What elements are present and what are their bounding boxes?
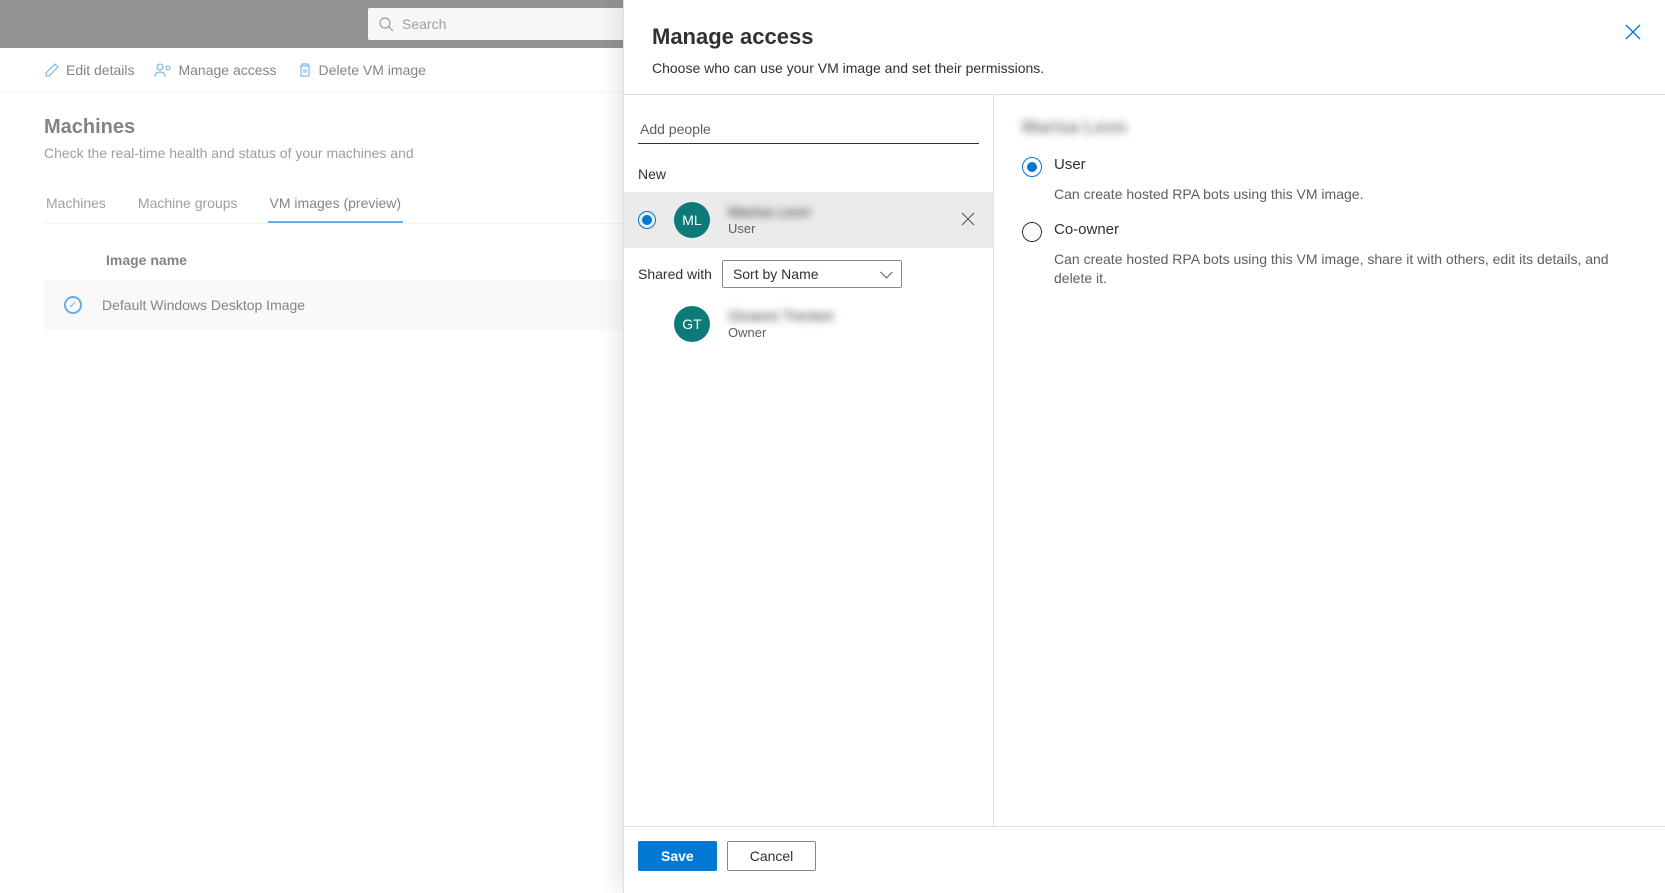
close-icon (1625, 24, 1641, 40)
add-people-input[interactable]: Add people (638, 115, 979, 144)
person-name: Marisa Leon (728, 204, 939, 221)
avatar: ML (674, 202, 710, 238)
trash-icon (297, 62, 313, 78)
sort-by-value: Sort by Name (733, 266, 819, 282)
save-button[interactable]: Save (638, 841, 717, 871)
radio-coowner[interactable] (1022, 222, 1042, 242)
edit-details-label: Edit details (66, 62, 134, 78)
manage-access-button[interactable]: Manage access (154, 62, 276, 78)
panel-footer: Save Cancel (624, 826, 1665, 893)
remove-person-button[interactable] (957, 208, 979, 233)
delete-vm-label: Delete VM image (319, 62, 426, 78)
person-role: Owner (728, 325, 979, 340)
manage-access-panel: Manage access Choose who can use your VM… (623, 0, 1665, 893)
row-image-name: Default Windows Desktop Image (102, 297, 305, 313)
search-icon (378, 16, 394, 32)
permission-coowner-label: Co-owner (1054, 221, 1119, 238)
people-icon (154, 62, 172, 78)
permission-user-label: User (1054, 156, 1086, 173)
tab-machine-groups[interactable]: Machine groups (136, 185, 240, 223)
avatar: GT (674, 306, 710, 342)
delete-vm-image-button[interactable]: Delete VM image (297, 62, 426, 78)
panel-title: Manage access (652, 24, 1637, 50)
selected-person-name: Marisa Leon (1022, 117, 1637, 138)
permission-user-option[interactable]: User (1022, 156, 1637, 177)
panel-description: Choose who can use your VM image and set… (652, 60, 1637, 76)
close-button[interactable] (1625, 24, 1641, 43)
radio-user[interactable] (1022, 157, 1042, 177)
people-pane: Add people New ML Marisa Leon User Share… (624, 95, 994, 826)
x-icon (961, 212, 975, 226)
new-section-label: New (624, 162, 993, 192)
pencil-icon (44, 62, 60, 78)
edit-details-button[interactable]: Edit details (44, 62, 134, 78)
panel-header: Manage access Choose who can use your VM… (624, 0, 1665, 95)
manage-access-label: Manage access (178, 62, 276, 78)
shared-with-label: Shared with (638, 266, 712, 282)
owner-person-row[interactable]: GT Givanni Trenton Owner (624, 296, 993, 352)
row-selected-icon[interactable]: ✓ (64, 296, 82, 314)
tab-vm-images[interactable]: VM images (preview) (268, 185, 403, 223)
permission-coowner-description: Can create hosted RPA bots using this VM… (1054, 250, 1637, 289)
cancel-button[interactable]: Cancel (727, 841, 817, 871)
permission-coowner-option[interactable]: Co-owner (1022, 221, 1637, 242)
person-selected-radio[interactable] (638, 211, 656, 229)
search-placeholder: Search (402, 16, 446, 32)
permissions-pane: Marisa Leon User Can create hosted RPA b… (994, 95, 1665, 826)
new-person-row[interactable]: ML Marisa Leon User (624, 192, 993, 248)
permission-user-description: Can create hosted RPA bots using this VM… (1054, 185, 1637, 205)
person-role: User (728, 221, 939, 236)
sort-by-dropdown[interactable]: Sort by Name (722, 260, 902, 288)
person-name: Givanni Trenton (728, 308, 979, 325)
tab-machines[interactable]: Machines (44, 185, 108, 223)
